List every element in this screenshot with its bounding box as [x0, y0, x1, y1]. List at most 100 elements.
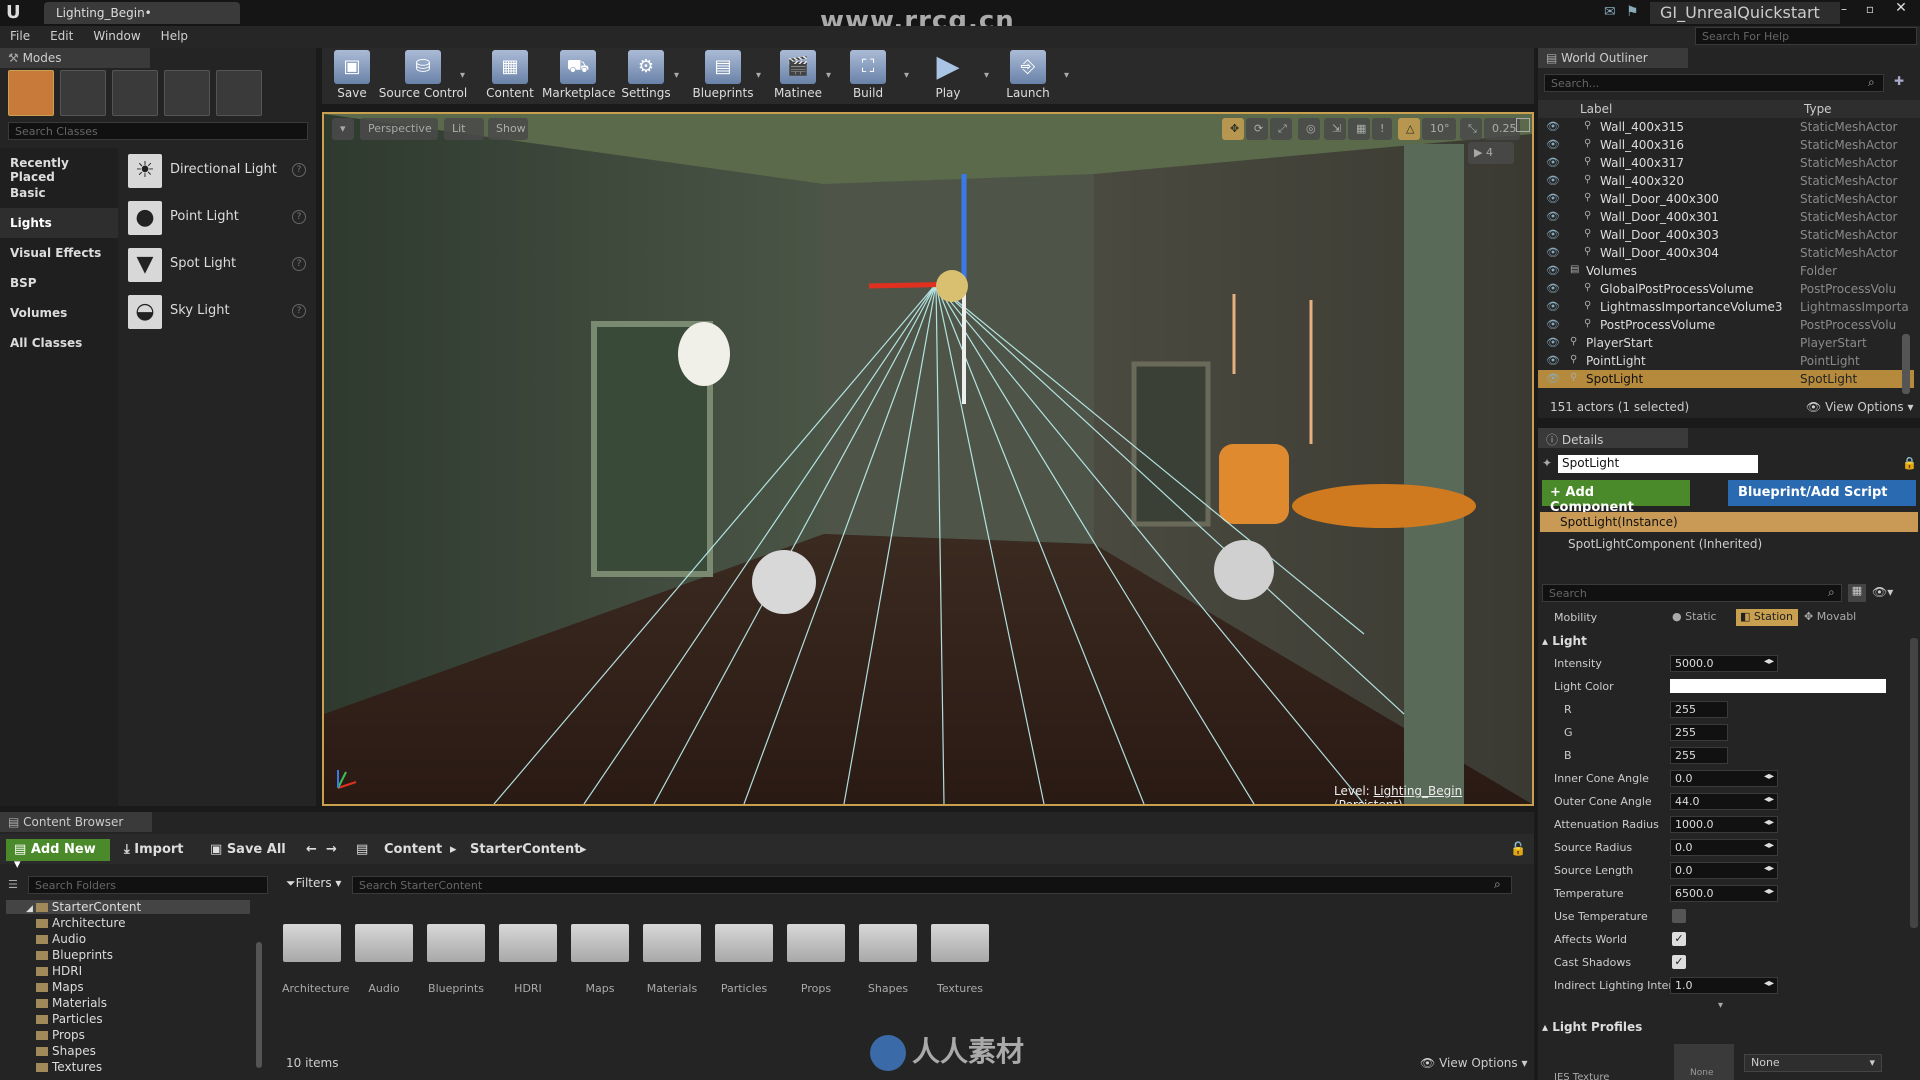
settings-dropdown-icon[interactable]: ▾	[674, 70, 679, 81]
visibility-eye-icon[interactable]: 👁	[1546, 192, 1560, 205]
folder-tree-scrollbar[interactable]	[256, 942, 262, 1068]
visibility-eye-icon[interactable]: 👁	[1546, 228, 1560, 241]
item-sky-light[interactable]: ◒ Sky Light?	[122, 289, 312, 336]
visibility-eye-icon[interactable]: 👁	[1546, 354, 1560, 367]
menu-help[interactable]: Help	[151, 26, 198, 46]
maximize-viewport-icon[interactable]	[1516, 118, 1530, 132]
property-checkbox[interactable]: ✓	[1672, 955, 1686, 969]
outliner-row[interactable]: 👁 ⚲ Wall_400x315 StaticMeshActor	[1538, 118, 1914, 136]
item-spot-light[interactable]: ▼ Spot Light?	[122, 242, 312, 289]
scale-snap-value[interactable]: 0.25	[1484, 118, 1520, 140]
close-button[interactable]: ✕	[1886, 0, 1916, 18]
marketplace-button[interactable]: ⛟ Marketplace	[542, 48, 616, 104]
visibility-eye-icon[interactable]: 👁	[1546, 138, 1560, 151]
asset-folder[interactable]: Architecture	[282, 912, 349, 995]
outliner-row[interactable]: 👁 ⚲ Wall_400x320 StaticMeshActor	[1538, 172, 1914, 190]
add-component-button[interactable]: + Add Component	[1542, 480, 1690, 515]
visibility-eye-icon[interactable]: 👁	[1546, 210, 1560, 223]
asset-folder[interactable]: Audio	[354, 912, 414, 995]
blueprints-dropdown-icon[interactable]: ▾	[756, 70, 761, 81]
spin-icon[interactable]: ◂▸	[1764, 978, 1774, 989]
feedback-icon[interactable]: ⚑	[1626, 4, 1639, 20]
asset-folder[interactable]: HDRI	[498, 912, 558, 995]
item-directional-light[interactable]: ☀ Directional Light?	[122, 148, 312, 195]
outliner-search-input[interactable]: Search...	[1544, 74, 1884, 92]
maximize-button[interactable]: ▫	[1858, 2, 1882, 18]
outliner-row[interactable]: 👁 ⚲ Wall_Door_400x303 StaticMeshActor	[1538, 226, 1914, 244]
folder-search-input[interactable]: Search Folders	[28, 876, 268, 894]
save-all-button[interactable]: ▣ Save All	[210, 842, 286, 857]
outliner-row[interactable]: 👁 ⚲ PostProcessVolume PostProcessVolu	[1538, 316, 1914, 334]
asset-folder[interactable]: Textures	[930, 912, 990, 995]
light-profiles-header[interactable]: ▴ Light Profiles	[1542, 1020, 1642, 1034]
advanced-expand-icon[interactable]: ▾	[1718, 1000, 1723, 1011]
landscape-mode-icon[interactable]	[112, 70, 158, 116]
component-instance[interactable]: SpotLight(Instance)	[1540, 512, 1918, 532]
spin-icon[interactable]: ◂▸	[1764, 886, 1774, 897]
spin-icon[interactable]: ◂▸	[1764, 863, 1774, 874]
spotlight-actor[interactable]	[936, 270, 968, 302]
tree-folder[interactable]: Architecture	[36, 916, 125, 930]
camera-speed[interactable]: ▶ 4	[1468, 142, 1514, 164]
outliner-row[interactable]: 👁 ⚲ LightmassImportanceVolume3 LightmassImp…	[1538, 298, 1914, 316]
asset-folder[interactable]: Particles	[714, 912, 774, 995]
property-checkbox[interactable]	[1672, 909, 1686, 923]
world-space-icon[interactable]: ◎	[1298, 118, 1320, 140]
rotation-snap-icon[interactable]: △	[1398, 118, 1420, 140]
component-inherited[interactable]: SpotLightComponent (Inherited)	[1540, 534, 1918, 554]
details-scrollbar[interactable]	[1910, 638, 1918, 928]
property-checkbox[interactable]: ✓	[1672, 932, 1686, 946]
tree-folder[interactable]: Audio	[36, 932, 86, 946]
visibility-eye-icon[interactable]: 👁	[1546, 372, 1560, 385]
import-button[interactable]: ⤓ Import	[124, 842, 184, 857]
menu-edit[interactable]: Edit	[40, 26, 83, 46]
help-icon[interactable]: ?	[292, 210, 306, 224]
document-tab[interactable]: Lighting_Begin•	[44, 2, 240, 24]
spin-icon[interactable]: ◂▸	[1764, 656, 1774, 667]
outliner-add-icon[interactable]: ✚	[1894, 74, 1904, 88]
property-value[interactable]: 0.0	[1670, 839, 1778, 856]
visibility-eye-icon[interactable]: 👁	[1546, 246, 1560, 259]
property-value[interactable]: 1000.0	[1670, 816, 1778, 833]
tree-root-starter-content[interactable]: ◢ StarterContent	[6, 900, 250, 914]
perspective-button[interactable]: Perspective	[360, 118, 438, 140]
spin-icon[interactable]: ◂▸	[1764, 794, 1774, 805]
property-value[interactable]: 255	[1670, 747, 1728, 764]
surface-snap-icon[interactable]: ⇲	[1324, 118, 1346, 140]
blueprint-add-script-button[interactable]: Blueprint/Add Script	[1728, 480, 1916, 506]
tree-folder[interactable]: Shapes	[36, 1044, 96, 1058]
property-value[interactable]: 255	[1670, 724, 1728, 741]
source-control-dropdown-icon[interactable]: ▾	[460, 70, 465, 81]
matinee-dropdown-icon[interactable]: ▾	[826, 70, 831, 81]
property-value[interactable]: 5000.0	[1670, 655, 1778, 672]
column-label[interactable]: Label	[1580, 102, 1612, 116]
outliner-row[interactable]: 👁 ⚲ SpotLight SpotLight	[1538, 370, 1914, 388]
matinee-button[interactable]: 🎬 Matinee	[770, 48, 826, 104]
ies-texture-thumbnail[interactable]: None	[1674, 1044, 1734, 1080]
outliner-row[interactable]: 👁 ⚲ Wall_400x317 StaticMeshActor	[1538, 154, 1914, 172]
mobility-stationary[interactable]: ◧ Station	[1736, 609, 1798, 626]
blueprints-button[interactable]: ▤ Blueprints	[690, 48, 756, 104]
launch-dropdown-icon[interactable]: ▾	[1064, 70, 1069, 81]
light-color-swatch[interactable]	[1670, 679, 1886, 693]
scale-tool-icon[interactable]: ⤢	[1270, 118, 1292, 140]
visibility-eye-icon[interactable]: 👁	[1546, 336, 1560, 349]
class-search-input[interactable]: Search Classes	[8, 122, 308, 140]
menu-window[interactable]: Window	[83, 26, 150, 46]
ies-texture-dropdown[interactable]: None ▾	[1744, 1054, 1882, 1072]
level-viewport[interactable]: ▾ Perspective Lit Show ✥ ⟳ ⤢ ◎ ⇲ ▦ ! △ 1…	[322, 112, 1534, 806]
details-view-options-icon[interactable]: 👁▾	[1872, 585, 1893, 599]
property-value[interactable]: 255	[1670, 701, 1728, 718]
show-button[interactable]: Show	[488, 118, 528, 140]
play-dropdown-icon[interactable]: ▾	[984, 70, 989, 81]
outliner-row[interactable]: 👁 ⚲ Wall_Door_400x301 StaticMeshActor	[1538, 208, 1914, 226]
reflection-sphere-left[interactable]	[752, 550, 816, 614]
sources-toggle-icon[interactable]: ☰	[8, 878, 18, 891]
menu-file[interactable]: File	[0, 26, 40, 46]
save-button[interactable]: ▣ Save	[330, 48, 374, 104]
help-icon[interactable]: ?	[292, 163, 306, 177]
asset-folder[interactable]: Maps	[570, 912, 630, 995]
build-dropdown-icon[interactable]: ▾	[904, 70, 909, 81]
build-button[interactable]: ⛶ Build	[842, 48, 894, 104]
outliner-row[interactable]: 👁 ⚲ Wall_400x316 StaticMeshActor	[1538, 136, 1914, 154]
